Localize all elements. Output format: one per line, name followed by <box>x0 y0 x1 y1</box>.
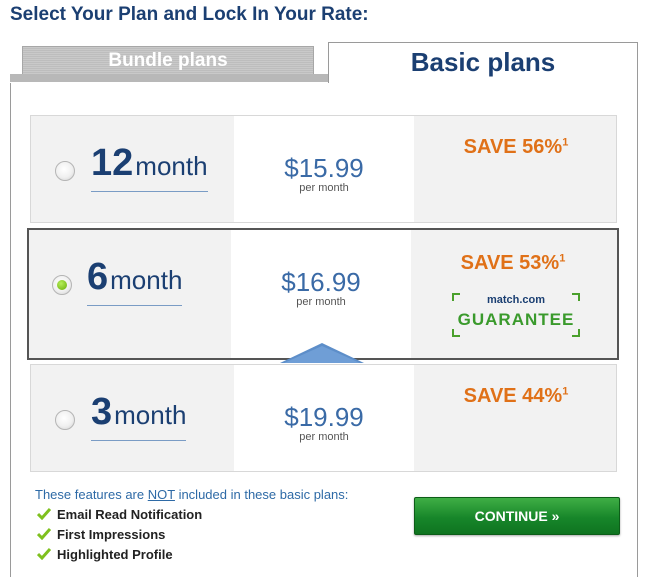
footnote-marker: 1 <box>559 252 566 265</box>
savings-label: SAVE 56%1 <box>414 136 618 159</box>
savings-text: SAVE 56% <box>463 136 563 158</box>
plan-price: $16.99 <box>281 267 361 297</box>
feature-item: Email Read Notification <box>37 507 202 522</box>
features-intro-suffix: included in these basic plans: <box>174 487 349 502</box>
plan-price: $15.99 <box>284 153 364 183</box>
footnote-marker: 1 <box>562 385 569 398</box>
tab-basic-plans[interactable]: Basic plans <box>328 42 638 84</box>
features-intro-not: NOT <box>147 487 175 502</box>
savings-text: SAVE 53% <box>460 252 560 274</box>
feature-label: Highlighted Profile <box>57 547 173 562</box>
price-cell: $15.99 per month <box>234 116 414 222</box>
guarantee-brand: match.com <box>486 294 546 306</box>
savings-label: SAVE 53%1 <box>411 252 615 275</box>
savings-label: SAVE 44%1 <box>414 385 618 408</box>
radio-selected-dot <box>57 280 67 290</box>
tab-bundle-plans[interactable]: Bundle plans <box>22 46 314 74</box>
plan-radio-6-month[interactable] <box>52 275 72 295</box>
page-title: Select Your Plan and Lock In Your Rate: <box>10 4 369 25</box>
checkmark-icon <box>37 528 51 540</box>
plan-row-3-month[interactable]: 3month $19.99 per month SAVE 44%1 <box>30 364 617 472</box>
plan-row-12-month[interactable]: 12month $15.99 per month SAVE 56%1 <box>30 115 617 223</box>
term-unit: month <box>114 400 187 430</box>
price-cell: $16.99 per month <box>231 230 411 358</box>
price-period: per month <box>299 182 349 194</box>
plan-term: 6month <box>87 256 183 306</box>
term-number: 6 <box>87 256 109 298</box>
features-intro-prefix: These features are <box>35 487 148 502</box>
plan-term: 12month <box>91 142 208 192</box>
price-cell: $19.99 per month <box>234 365 414 471</box>
checkmark-icon <box>37 548 51 560</box>
term-unit: month <box>110 265 183 295</box>
plan-radio-12-month[interactable] <box>55 161 75 181</box>
plan-price: $19.99 <box>284 402 364 432</box>
feature-label: First Impressions <box>57 527 166 542</box>
checkmark-icon <box>37 508 51 520</box>
feature-label: Email Read Notification <box>57 507 203 522</box>
price-period: per month <box>296 296 346 308</box>
features-intro: These features are NOT included in these… <box>35 487 348 502</box>
guarantee-label: GUARANTEE <box>457 310 575 329</box>
term-number: 3 <box>91 391 113 433</box>
price-period: per month <box>299 431 349 443</box>
plan-term: 3month <box>91 391 187 441</box>
badge-corner <box>452 329 460 337</box>
selection-pointer-icon <box>280 343 364 363</box>
guarantee-badge: match.com GUARANTEE <box>452 293 580 337</box>
savings-text: SAVE 44% <box>463 385 563 407</box>
feature-item: First Impressions <box>37 527 165 542</box>
term-number: 12 <box>91 142 134 184</box>
plan-radio-3-month[interactable] <box>55 410 75 430</box>
plan-row-6-month[interactable]: 6month $16.99 per month SAVE 53%1 match.… <box>27 228 619 360</box>
feature-item: Highlighted Profile <box>37 547 173 562</box>
badge-corner <box>572 329 580 337</box>
term-unit: month <box>135 151 208 181</box>
tab-shadow <box>10 74 330 82</box>
continue-button[interactable]: CONTINUE » <box>414 497 620 535</box>
footnote-marker: 1 <box>562 136 569 149</box>
